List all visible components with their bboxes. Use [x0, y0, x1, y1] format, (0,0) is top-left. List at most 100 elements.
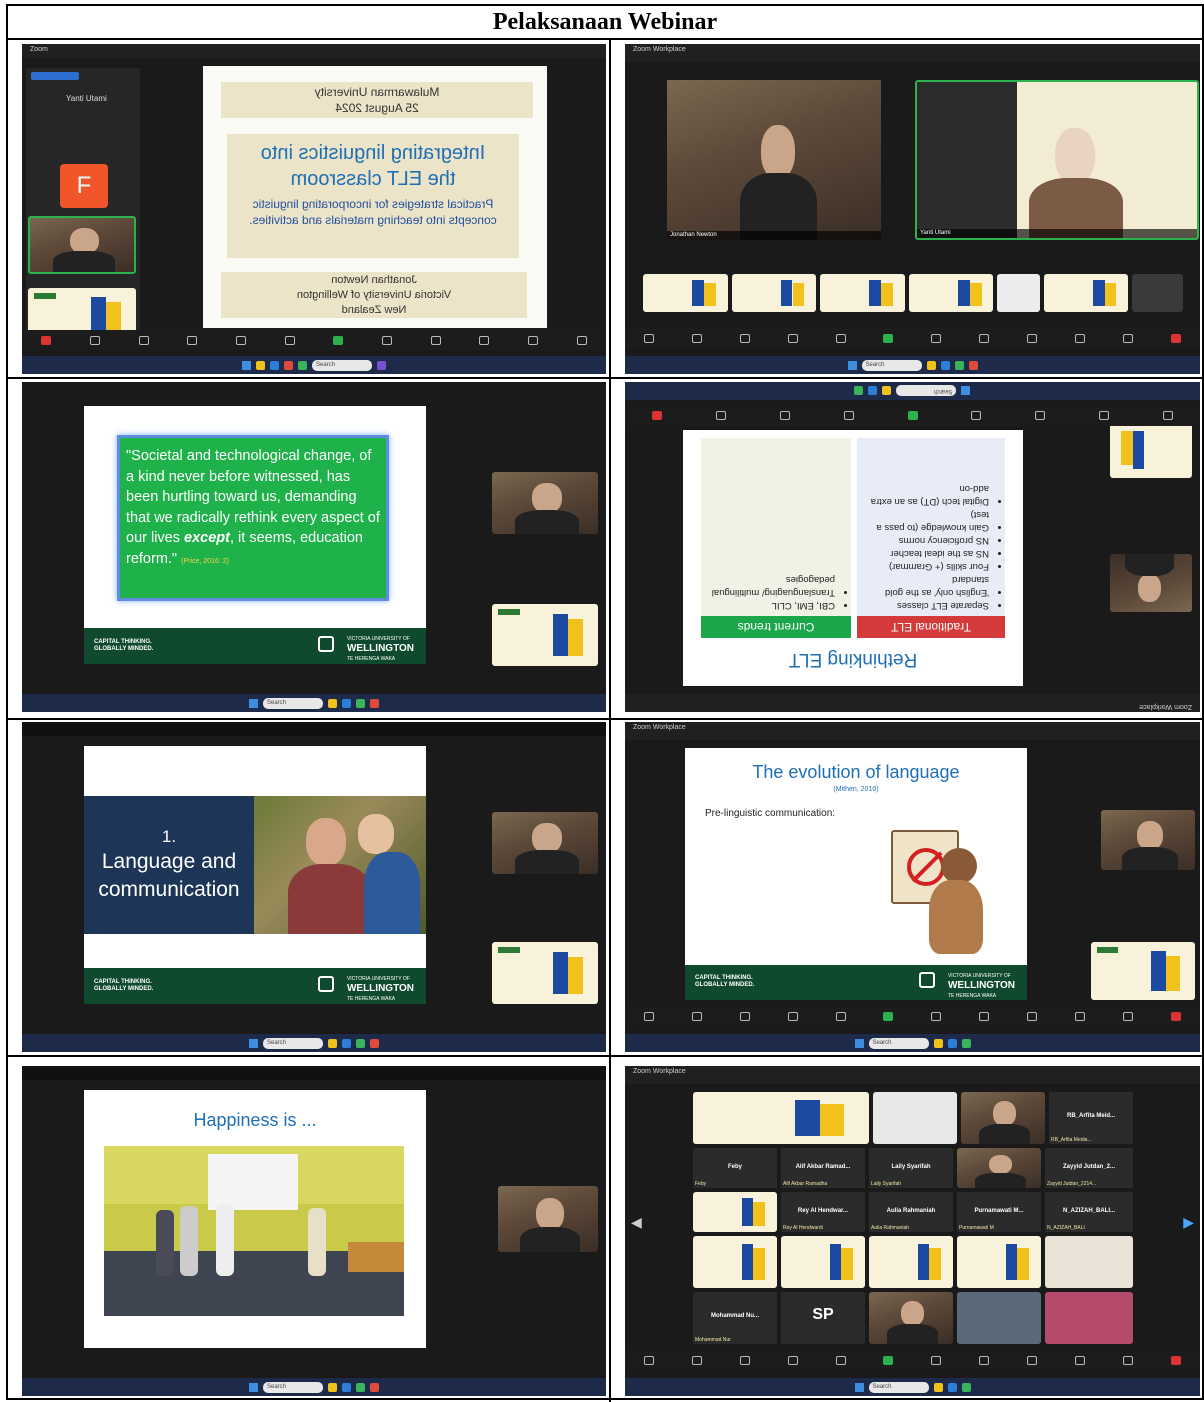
participants-button[interactable] — [739, 333, 750, 343]
participants-button[interactable] — [1035, 411, 1046, 421]
more-button[interactable] — [1123, 1355, 1134, 1365]
shared-poster-tile[interactable] — [1091, 942, 1195, 1000]
audio-button[interactable] — [643, 1355, 654, 1365]
video-button[interactable] — [691, 333, 702, 343]
end-button[interactable] — [1170, 333, 1181, 343]
react-button[interactable] — [835, 333, 846, 343]
app-icon[interactable] — [968, 360, 978, 370]
chrome-icon[interactable] — [356, 698, 365, 708]
view-button[interactable] — [31, 72, 79, 80]
video-button[interactable] — [691, 1355, 702, 1365]
gallery-video-tile[interactable] — [1045, 1236, 1133, 1288]
taskbar-search[interactable]: Search — [896, 385, 957, 397]
filmstrip-tile[interactable] — [643, 274, 728, 312]
end-button[interactable] — [41, 335, 52, 345]
windows-start-icon[interactable] — [249, 1038, 258, 1048]
transcript-button[interactable] — [138, 335, 149, 345]
apps-button[interactable] — [779, 411, 790, 421]
speaker-video-tile[interactable] — [492, 472, 598, 534]
react-button[interactable] — [835, 1011, 846, 1021]
chat-button[interactable] — [787, 1011, 798, 1021]
filmstrip-tile[interactable] — [908, 274, 994, 312]
end-button[interactable] — [1170, 1355, 1181, 1365]
app-icon[interactable] — [370, 1382, 379, 1392]
gallery-video-tile[interactable] — [1045, 1292, 1133, 1344]
speaker-video-tile[interactable] — [498, 1186, 598, 1252]
windows-start-icon[interactable] — [242, 360, 251, 370]
chrome-icon[interactable] — [356, 1382, 365, 1392]
chat-button[interactable] — [787, 333, 798, 343]
host-tools-button[interactable] — [931, 1011, 942, 1021]
windows-start-icon[interactable] — [249, 698, 258, 708]
gallery-prev-icon[interactable]: ◀ — [631, 1214, 642, 1231]
speaker-video-tile[interactable] — [28, 216, 136, 274]
video-button[interactable] — [1099, 411, 1110, 421]
ai-companion-button[interactable] — [979, 1011, 990, 1021]
windows-start-icon[interactable] — [961, 386, 971, 396]
zoom-icon[interactable] — [342, 698, 351, 708]
filmstrip-tile[interactable] — [731, 274, 817, 312]
folder-icon[interactable] — [933, 1382, 943, 1392]
gallery-poster-tile[interactable] — [693, 1236, 777, 1288]
gallery-tile[interactable]: N_AZIZAH_BALI... N_AZIZAH_BALI — [1045, 1192, 1133, 1232]
windows-start-icon[interactable] — [854, 1038, 864, 1048]
gallery-video-tile[interactable] — [873, 1092, 957, 1144]
taskbar-search[interactable]: Search — [263, 1381, 323, 1393]
shared-poster-tile[interactable] — [1110, 422, 1192, 478]
transcript-button[interactable] — [1075, 333, 1086, 343]
share-button[interactable] — [883, 1011, 894, 1021]
host-tools-button[interactable] — [931, 1355, 942, 1365]
gallery-tile[interactable]: Alif Akbar Ramad... Alif Akbar Ramadha — [781, 1148, 865, 1188]
gallery-video-tile[interactable] — [869, 1292, 953, 1344]
zoom-icon[interactable] — [342, 1038, 351, 1048]
filmstrip-tile[interactable] — [1132, 274, 1184, 312]
folder-icon[interactable] — [328, 698, 337, 708]
host-tools-button[interactable] — [931, 333, 942, 343]
chrome-icon[interactable] — [961, 1382, 971, 1392]
participants-button[interactable] — [739, 1355, 750, 1365]
host-tools-button[interactable] — [843, 411, 854, 421]
react-button[interactable] — [381, 335, 392, 345]
folder-icon[interactable] — [256, 360, 265, 370]
gallery-tile[interactable]: Zayyid Jutdan_2... Zayyid Jutdan_2214... — [1045, 1148, 1133, 1188]
participants-button[interactable] — [479, 335, 490, 345]
chat-button[interactable] — [430, 335, 441, 345]
gallery-video-tile[interactable] — [957, 1148, 1041, 1188]
speaker-video-tile[interactable] — [492, 812, 598, 874]
gallery-poster-tile[interactable] — [957, 1236, 1041, 1288]
app-icon[interactable] — [377, 360, 386, 370]
transcript-button[interactable] — [1075, 1011, 1086, 1021]
ai-companion-button[interactable] — [979, 333, 990, 343]
app-icon[interactable] — [370, 1038, 379, 1048]
windows-start-icon[interactable] — [854, 1382, 864, 1392]
share-button[interactable] — [883, 1355, 894, 1365]
apps-button[interactable] — [1027, 333, 1038, 343]
zoom-icon[interactable] — [868, 386, 878, 396]
gallery-tile[interactable]: Aulia Rahmaniah Aulia Rahmaniah — [869, 1192, 953, 1232]
folder-icon[interactable] — [926, 360, 936, 370]
audio-button[interactable] — [1163, 411, 1174, 421]
gallery-poster-tile[interactable] — [869, 1236, 953, 1288]
chrome-icon[interactable] — [854, 386, 864, 396]
gallery-poster-tile[interactable] — [693, 1192, 777, 1232]
gallery-tile[interactable]: Laily Syarifah Laily Syarifah — [869, 1148, 953, 1188]
chrome-icon[interactable] — [356, 1038, 365, 1048]
chrome-icon[interactable] — [961, 1038, 971, 1048]
speaker-video-tile[interactable] — [1110, 554, 1192, 612]
gallery-tile[interactable]: Mohammad Nu... Mohammad Nur — [693, 1292, 777, 1344]
taskbar-search[interactable]: Search — [312, 359, 372, 371]
taskbar-search[interactable]: Search — [868, 1037, 929, 1049]
filmstrip-tile[interactable] — [1043, 274, 1129, 312]
taskbar-search[interactable]: Search — [861, 359, 922, 371]
chat-button[interactable] — [787, 1355, 798, 1365]
gallery-video-tile[interactable] — [961, 1092, 1045, 1144]
folder-icon[interactable] — [933, 1038, 943, 1048]
folder-icon[interactable] — [328, 1038, 337, 1048]
taskbar-search[interactable]: Search — [263, 697, 323, 709]
taskbar-search[interactable]: Search — [868, 1381, 929, 1393]
zoom-icon[interactable] — [947, 1382, 957, 1392]
chat-button[interactable] — [971, 411, 982, 421]
share-button[interactable] — [333, 335, 344, 345]
more-button[interactable] — [1123, 1011, 1134, 1021]
gallery-tile[interactable]: Rey Al Hendwar... Rey Al Hendwardi — [781, 1192, 865, 1232]
